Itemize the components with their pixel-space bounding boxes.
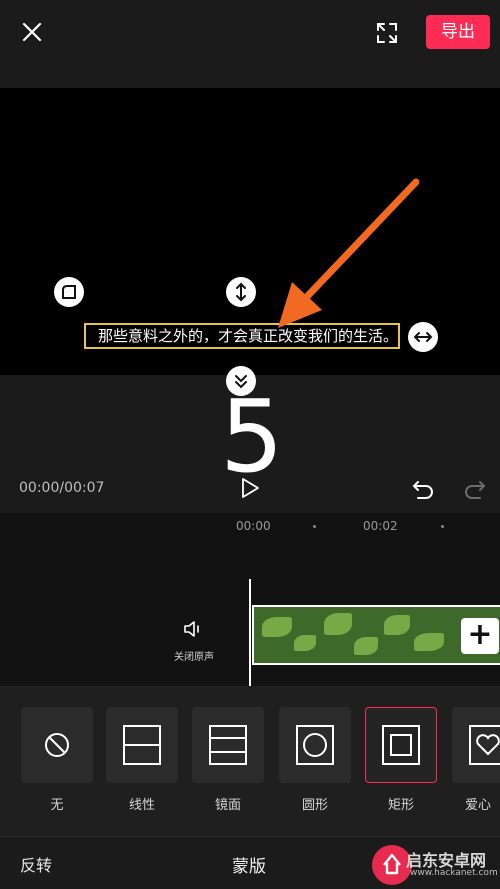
timecode: 00:00/00:07 <box>19 480 105 496</box>
mask-option-label: 爱心 <box>465 798 492 813</box>
mask-option-label: 圆形 <box>301 798 328 813</box>
panel-title: 蒙版 <box>232 857 266 877</box>
close-icon[interactable] <box>16 16 48 48</box>
mask-options-panel: 无 线性 镜面 圆形 矩形 爱心 <box>0 686 500 836</box>
timeline-tick: 00:00 <box>236 519 271 533</box>
mirror-mask-icon <box>209 725 247 765</box>
playhead[interactable] <box>249 579 251 686</box>
linear-mask-icon <box>123 725 161 765</box>
annotation-arrow-icon <box>278 178 420 328</box>
invert-button[interactable]: 反转 <box>20 852 52 876</box>
heart-mask-icon <box>469 725 500 765</box>
mask-option-label: 无 <box>50 798 64 813</box>
timeline-dot <box>441 525 444 528</box>
fullscreen-icon[interactable] <box>372 18 402 48</box>
vertical-arrows-icon <box>236 282 246 302</box>
timeline-tick: 00:02 <box>363 519 398 533</box>
video-preview[interactable]: 那些意料之外的，才会真正改变我们的生活。 <box>0 88 500 375</box>
mask-option-label: 矩形 <box>387 798 414 813</box>
mask-option-none[interactable] <box>21 707 93 783</box>
rectangle-mask-icon <box>382 725 420 765</box>
mute-original-audio-label[interactable]: 关闭原声 <box>174 648 214 663</box>
mask-option-mirror[interactable] <box>192 707 264 783</box>
mask-option-rectangle[interactable] <box>365 707 437 783</box>
bottom-bar: 反转 蒙版 启东安卓网 www.hackanet.com <box>0 836 500 889</box>
mask-option-label: 线性 <box>128 798 155 813</box>
vertical-resize-handle[interactable] <box>226 277 256 307</box>
mask-option-heart[interactable] <box>452 707 500 783</box>
timeline[interactable]: 00:00 00:02 关闭原声 + <box>0 513 500 686</box>
feather-corner-icon <box>62 285 76 299</box>
mask-option-linear[interactable] <box>106 707 178 783</box>
add-clip-button[interactable]: + <box>461 618 499 654</box>
rotate-handle[interactable] <box>54 277 84 307</box>
play-icon[interactable] <box>238 476 262 500</box>
watermark-url: www.hackanet.com <box>410 868 498 878</box>
none-icon <box>45 733 69 757</box>
speaker-icon[interactable] <box>182 617 206 641</box>
mask-option-circle[interactable] <box>279 707 351 783</box>
export-button[interactable]: 导出 <box>426 15 490 49</box>
top-bar: 导出 <box>0 0 500 88</box>
mask-option-label: 镜面 <box>214 798 241 813</box>
redo-icon[interactable] <box>462 476 488 502</box>
circle-mask-icon <box>296 725 334 765</box>
undo-icon[interactable] <box>410 476 436 502</box>
timeline-dot <box>313 525 316 528</box>
